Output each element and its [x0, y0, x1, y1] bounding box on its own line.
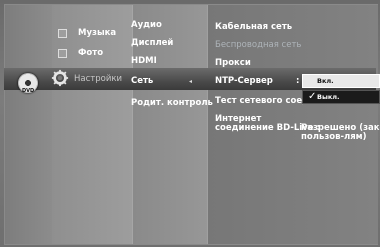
main-menu-column [52, 5, 132, 244]
main-menu-item-music[interactable]: Музыка [78, 28, 116, 38]
checkmark-icon: ✓ [308, 91, 317, 102]
settings-screen: DVD Музыка Фото Настройки Аудио Дисплей … [0, 0, 380, 247]
category-audio[interactable]: Аудио [131, 20, 162, 30]
category-display[interactable]: Дисплей [131, 38, 173, 48]
main-menu-item-settings[interactable]: Настройки [74, 74, 122, 84]
ntp-colon: : [296, 76, 300, 86]
left-column [5, 5, 52, 244]
internet-value-2: пользов-лям) [301, 132, 367, 142]
gear-icon [51, 69, 69, 87]
network-item-proxy[interactable]: Прокси [215, 58, 251, 68]
network-item-wireless[interactable]: Беспроводная сеть [215, 40, 301, 50]
chevron-left-icon: ◂ [189, 78, 193, 85]
music-icon [58, 29, 67, 38]
main-menu-item-photo[interactable]: Фото [78, 48, 103, 58]
dropdown-option-on[interactable]: Вкл. [302, 74, 380, 88]
photo-icon [58, 49, 67, 58]
category-hdmi[interactable]: HDMI [131, 56, 157, 66]
network-item-ntp[interactable]: NTP-Сервер [215, 76, 273, 86]
dropdown-option-off-label: Выкл. [317, 93, 340, 101]
disc-label: DVD [22, 88, 35, 94]
dropdown-option-on-label: Вкл. [317, 77, 334, 85]
network-item-cable[interactable]: Кабельная сеть [215, 22, 292, 32]
category-network[interactable]: Сеть [131, 76, 153, 86]
category-parental-control[interactable]: Родит. контроль [131, 98, 213, 108]
network-item-connection-test[interactable]: Тест сетевого соединени [215, 96, 303, 106]
